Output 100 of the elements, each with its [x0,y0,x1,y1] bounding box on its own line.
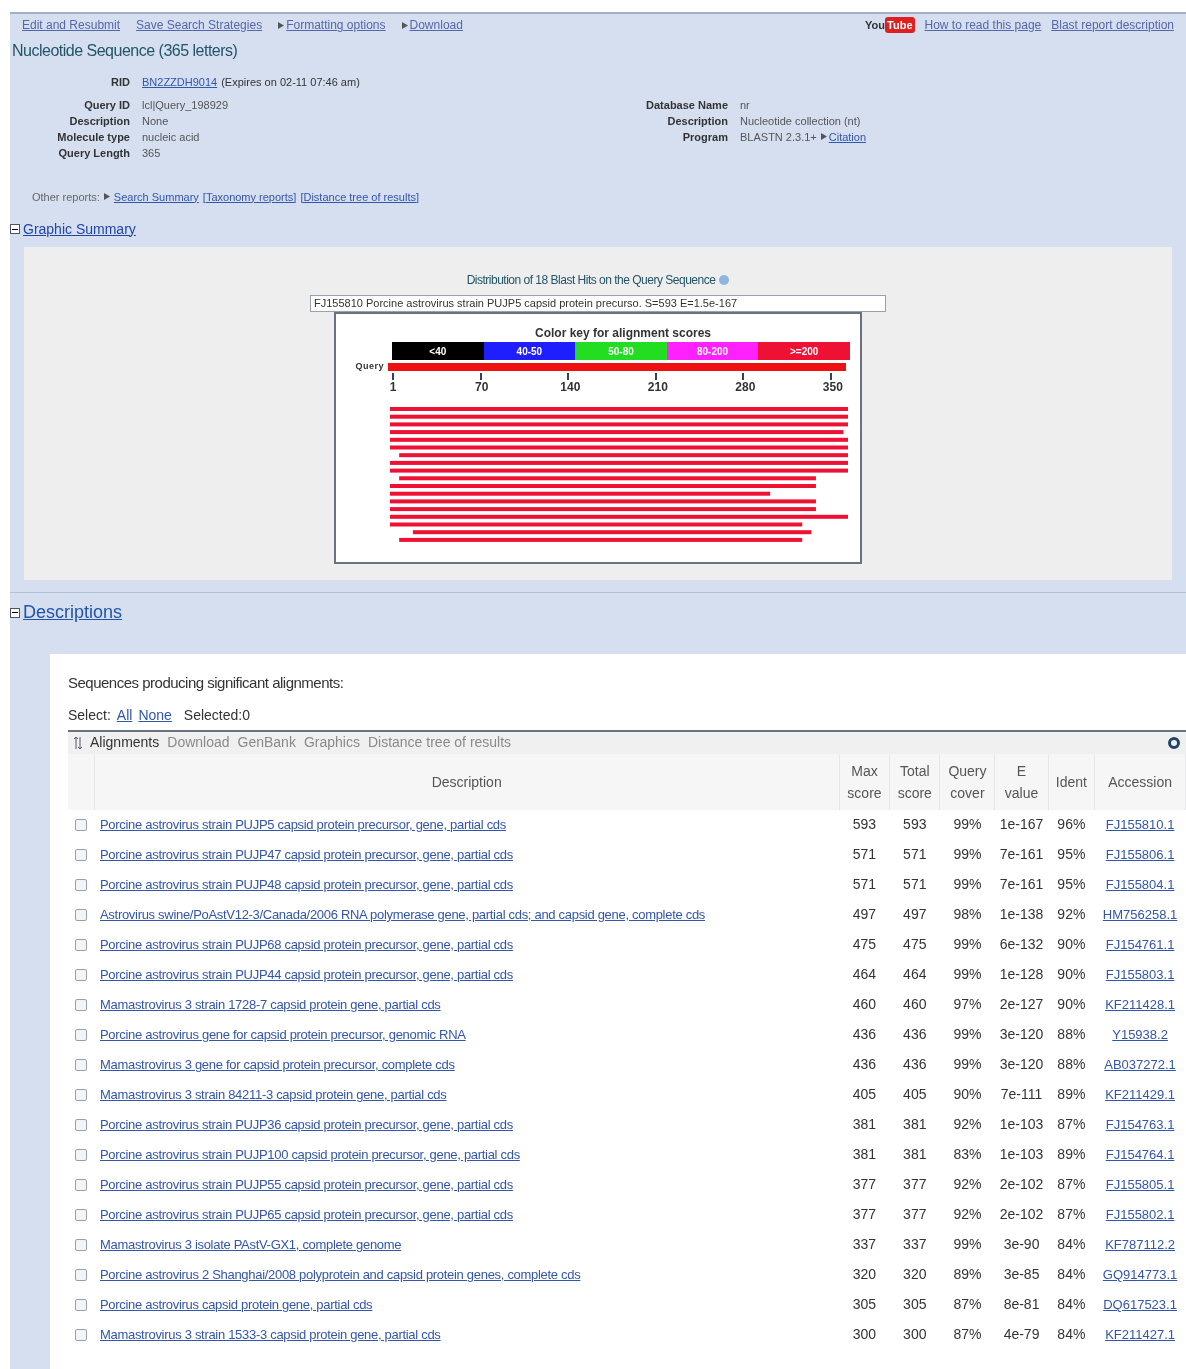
other-reports-label: Other reports: [32,189,100,205]
top-link[interactable]: Formatting options [286,16,386,34]
accession-link[interactable]: FJ155810.1 [1105,817,1175,832]
report-link[interactable]: [Distance tree of results] [300,188,419,205]
accession-link[interactable]: GQ914773.1 [1102,1267,1178,1282]
collapse-icon[interactable] [10,224,20,234]
row-checkbox[interactable] [75,1058,87,1071]
row-checkbox[interactable] [75,1088,87,1101]
section-heading[interactable]: Graphic Summary [23,218,136,240]
table-cell-text: 571 [902,875,928,894]
table-cell-text: 92% [1056,905,1087,924]
description-link[interactable]: Porcine astrovirus strain PUJP47 capsid protein precursor, gene, partial cds [100,847,513,862]
description-link[interactable]: Porcine astrovirus capsid protein gene, partial cds [100,1297,373,1312]
accession-link[interactable]: DQ617523.1 [1103,1297,1177,1312]
field-label: RID [110,75,130,90]
description-link[interactable]: Porcine astrovirus strain PUJP65 capsid protein precursor, gene, partial cds [100,1207,513,1222]
accession-link[interactable]: KF211428.1 [1105,997,1175,1012]
table-cell-text: 305 [851,1295,878,1314]
row-checkbox[interactable] [75,1118,87,1131]
accession-link[interactable]: KF211427.1 [1105,1327,1175,1342]
row-checkbox[interactable] [75,1268,87,1281]
accession-link[interactable]: FJ155805.1 [1105,1177,1175,1192]
row-checkbox[interactable] [75,998,87,1011]
top-link[interactable]: Download [409,16,463,34]
row-checkbox[interactable] [75,1178,87,1191]
column-header[interactable]: Query cover [939,753,995,810]
description-link[interactable]: Porcine astrovirus strain PUJP48 capsid protein precursor, gene, partial cds [100,877,513,892]
row-checkbox[interactable] [75,1208,87,1221]
row-checkbox[interactable] [75,1238,87,1251]
field-label: Query Length [57,145,130,161]
row-checkbox[interactable] [75,968,87,981]
select-link[interactable]: None [138,704,172,726]
field-label: Molecule type [56,129,130,145]
description-link[interactable]: Mamastrovirus 3 strain 1533-3 capsid protein gene, partial cds [100,1327,441,1342]
top-link[interactable]: Save Search Strategies [136,16,263,34]
accession-link[interactable]: AB037272.1 [1104,1057,1176,1072]
help-icon[interactable] [719,275,730,285]
select-link[interactable]: All [116,704,133,726]
table-cell-text: 3e-120 [998,1025,1045,1044]
description-link[interactable]: Porcine astrovirus gene for capsid protein precursor, genomic RNA [100,1027,466,1042]
row-checkbox[interactable] [75,1148,87,1161]
accession-link[interactable]: FJ155803.1 [1105,967,1175,982]
description-link[interactable]: Mamastrovirus 3 gene for capsid protein precursor, complete cds [100,1057,455,1072]
accession-link[interactable]: KF787112.2 [1105,1237,1175,1252]
row-checkbox[interactable] [75,878,87,891]
table-cell-text: 4e-79 [1002,1325,1041,1344]
description-link[interactable]: Mamastrovirus 3 isolate PAstV-GX1, complete genome [100,1237,402,1252]
column-header[interactable]: Accession [1094,753,1186,810]
help-link[interactable]: How to read this page [924,16,1042,34]
settings-icon[interactable] [1168,736,1180,749]
description-link[interactable]: Mamastrovirus 3 strain 84211-3 capsid protein gene, partial cds [100,1087,447,1102]
accession-link[interactable]: FJ154763.1 [1105,1117,1175,1132]
section-heading[interactable]: Descriptions [23,599,123,626]
description-link[interactable]: Porcine astrovirus strain PUJP68 capsid protein precursor, gene, partial cds [100,937,513,952]
table-cell-text: 405 [851,1085,878,1104]
row-checkbox[interactable] [75,1028,87,1041]
accession-link[interactable]: FJ155804.1 [1105,877,1175,892]
report-link[interactable]: [Taxonomy reports] [202,188,297,205]
accession-link[interactable]: FJ154764.1 [1105,1147,1175,1162]
table-cell-text: 84% [1056,1295,1087,1314]
top-link[interactable]: Edit and Resubmit [22,16,121,34]
table-cell-text: 1e-103 [998,1145,1045,1164]
accession-link[interactable]: HM756258.1 [1102,907,1178,922]
row-checkbox[interactable] [75,1298,87,1311]
collapse-icon[interactable] [10,607,20,618]
table-cell-text: 87% [1056,1115,1087,1134]
table-cell-text: 99% [952,845,983,864]
description-link[interactable]: Porcine astrovirus strain PUJP100 capsid protein precursor, gene, partial cds [100,1147,520,1162]
column-header[interactable]: Total score [889,753,940,810]
description-link[interactable]: Porcine astrovirus strain PUJP55 capsid protein precursor, gene, partial cds [100,1177,513,1192]
description-link[interactable]: Porcine astrovirus 2 Shanghai/2008 polyprotein and capsid protein genes, complete cds [100,1267,581,1282]
citation-link[interactable]: Citation [828,128,867,145]
table-cell-text: 8e-81 [1002,1295,1041,1314]
description-link[interactable]: Porcine astrovirus strain PUJP5 capsid protein precursor, gene, partial cds [100,817,506,832]
help-link[interactable]: Blast report description [1051,16,1174,34]
report-link[interactable]: Search Summary [113,188,199,205]
column-header[interactable]: Ident [1048,753,1095,810]
rid-link[interactable]: BN2ZZDH9014 [142,74,218,91]
description-link[interactable]: Porcine astrovirus strain PUJP44 capsid protein precursor, gene, partial cds [100,967,513,982]
row-checkbox[interactable] [75,908,87,921]
field-value: nr [740,97,750,113]
column-header[interactable]: Max score [839,753,890,810]
accession-link[interactable]: FJ154761.1 [1105,937,1175,952]
row-checkbox[interactable] [75,818,87,831]
description-link[interactable]: Mamastrovirus 3 strain 1728-7 capsid protein gene, partial cds [100,997,441,1012]
alignments-button[interactable]: Alignments [90,732,160,753]
column-header[interactable]: E value [994,753,1049,810]
row-checkbox[interactable] [75,938,87,951]
column-header[interactable]: Description [94,753,840,810]
table-cell-text: 381 [851,1145,878,1164]
accession-link[interactable]: KF211429.1 [1105,1087,1175,1102]
accession-link[interactable]: FJ155806.1 [1105,847,1175,862]
row-checkbox[interactable] [75,1328,87,1341]
description-link[interactable]: Porcine astrovirus strain PUJP36 capsid protein precursor, gene, partial cds [100,1117,513,1132]
sort-icon[interactable] [74,736,82,749]
tick-mark [567,373,569,380]
accession-link[interactable]: FJ155802.1 [1105,1207,1175,1222]
row-checkbox[interactable] [75,848,87,861]
description-link[interactable]: Astrovirus swine/PoAstV12-3/Canada/2006 RNA polymerase gene, partial cds; and capsid gene, complete cds [100,907,705,922]
accession-link[interactable]: Y15938.2 [1112,1027,1168,1042]
